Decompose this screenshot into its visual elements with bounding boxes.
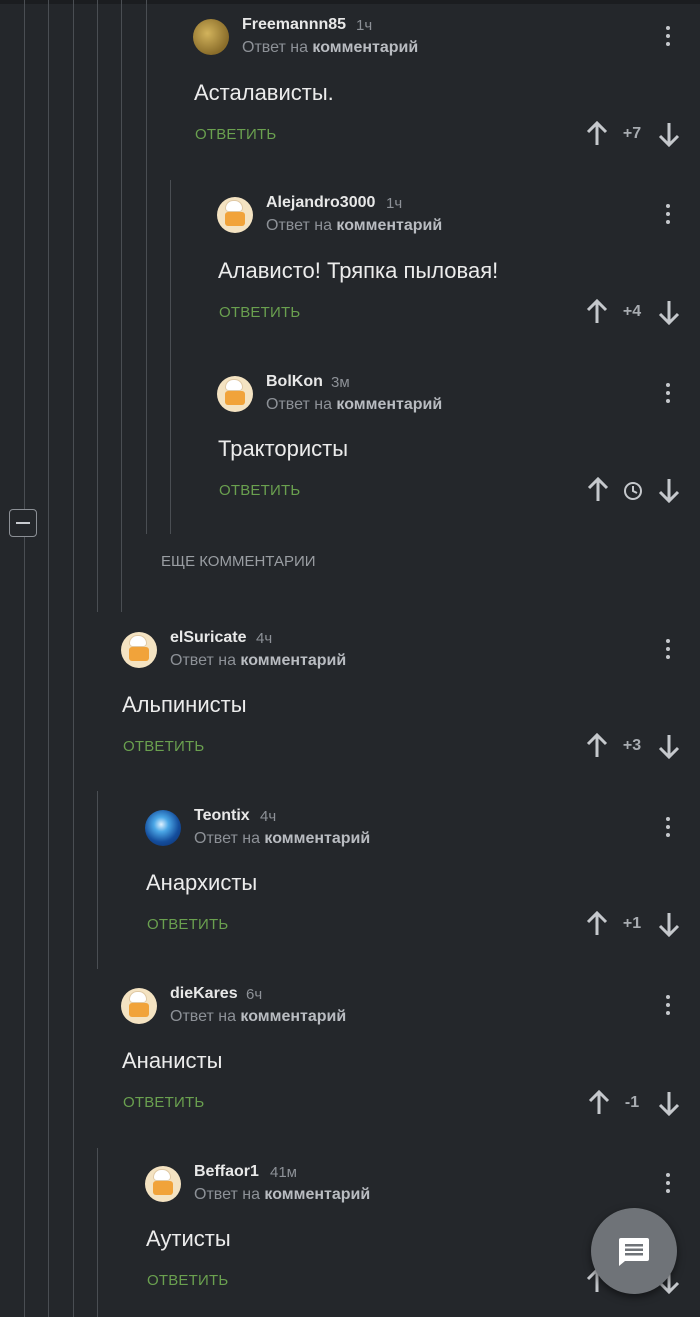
- arrow-up-icon[interactable]: [588, 1090, 610, 1116]
- reply-to-label: Ответ на комментарий: [194, 830, 370, 848]
- more-vertical-icon[interactable]: [658, 815, 678, 841]
- reply-to-label: Ответ на комментарий: [194, 1186, 370, 1204]
- comment-text: Аутисты: [146, 1226, 231, 1251]
- collapse-thread-icon[interactable]: [9, 509, 37, 537]
- thread-line[interactable]: [121, 0, 122, 612]
- comment-time: 1ч: [386, 195, 403, 212]
- reply-to-label: Ответ на комментарий: [170, 652, 346, 670]
- comment-time: 6ч: [246, 986, 263, 1003]
- thread-line[interactable]: [48, 0, 49, 1317]
- vote-score: +4: [622, 303, 642, 320]
- arrow-up-icon[interactable]: [587, 477, 609, 503]
- more-vertical-icon[interactable]: [658, 993, 678, 1019]
- username[interactable]: Freemannn85: [242, 16, 346, 34]
- more-vertical-icon[interactable]: [658, 381, 678, 407]
- arrow-down-icon[interactable]: [658, 477, 680, 503]
- reply-prefix: Ответ на: [194, 1186, 260, 1203]
- arrow-down-icon[interactable]: [658, 1090, 680, 1116]
- thread-line[interactable]: [24, 0, 25, 1317]
- vote-score: -1: [624, 1094, 640, 1111]
- thread-line[interactable]: [73, 0, 74, 1317]
- comment-text: Ананисты: [122, 1048, 223, 1073]
- username[interactable]: BolKon: [266, 373, 323, 391]
- reply-button[interactable]: ОТВЕТИТЬ: [147, 916, 228, 933]
- arrow-down-icon[interactable]: [658, 299, 680, 325]
- username[interactable]: Alejandro3000: [266, 194, 375, 212]
- reply-prefix: Ответ на: [266, 396, 332, 413]
- arrow-down-icon[interactable]: [658, 911, 680, 937]
- reply-to-label: Ответ на комментарий: [170, 1008, 346, 1026]
- reply-to-label: Ответ на комментарий: [266, 217, 442, 235]
- reply-prefix: Ответ на: [194, 830, 260, 847]
- reply-prefix: Ответ на: [266, 217, 332, 234]
- comment-time: 3м: [331, 374, 350, 391]
- user-avatar[interactable]: [145, 1166, 181, 1202]
- more-vertical-icon[interactable]: [658, 24, 678, 50]
- comment-time: 1ч: [356, 17, 373, 34]
- comment-icon: [619, 1238, 649, 1266]
- username[interactable]: Teontix: [194, 807, 250, 825]
- arrow-up-icon[interactable]: [586, 121, 608, 147]
- thread-line[interactable]: [97, 791, 98, 969]
- reply-to-label: Ответ на комментарий: [242, 39, 418, 57]
- arrow-down-icon[interactable]: [658, 121, 680, 147]
- reply-prefix: Ответ на: [170, 652, 236, 669]
- user-avatar[interactable]: [217, 376, 253, 412]
- user-avatar[interactable]: [121, 988, 157, 1024]
- comment-time: 41м: [270, 1164, 297, 1181]
- write-comment-button[interactable]: [591, 1208, 677, 1294]
- more-comments-link[interactable]: ЕЩЕ КОММЕНТАРИИ: [161, 553, 316, 570]
- user-avatar[interactable]: [145, 810, 181, 846]
- more-vertical-icon[interactable]: [658, 1171, 678, 1197]
- comment-text: Анархисты: [146, 870, 258, 895]
- comment-text: Трактористы: [218, 436, 349, 461]
- reply-target-link[interactable]: комментарий: [312, 39, 418, 56]
- reply-prefix: Ответ на: [242, 39, 308, 56]
- clock-icon: [624, 482, 642, 500]
- reply-target-link[interactable]: комментарий: [264, 1186, 370, 1203]
- reply-target-link[interactable]: комментарий: [240, 652, 346, 669]
- thread-line[interactable]: [170, 180, 171, 534]
- reply-button[interactable]: ОТВЕТИТЬ: [219, 304, 300, 321]
- more-vertical-icon[interactable]: [658, 637, 678, 663]
- comment-time: 4ч: [260, 808, 277, 825]
- arrow-up-icon[interactable]: [586, 911, 608, 937]
- reply-prefix: Ответ на: [170, 1008, 236, 1025]
- comment-time: 4ч: [256, 630, 273, 647]
- user-avatar[interactable]: [217, 197, 253, 233]
- reply-target-link[interactable]: комментарий: [240, 1008, 346, 1025]
- vote-score: +3: [622, 737, 642, 754]
- username[interactable]: dieKares: [170, 985, 238, 1003]
- reply-button[interactable]: ОТВЕТИТЬ: [123, 738, 204, 755]
- reply-target-link[interactable]: комментарий: [336, 396, 442, 413]
- user-avatar[interactable]: [121, 632, 157, 668]
- comment-text: Алависто! Тряпка пыловая!: [218, 258, 499, 283]
- more-vertical-icon[interactable]: [658, 202, 678, 228]
- username[interactable]: Beffaor1: [194, 1163, 259, 1181]
- reply-button[interactable]: ОТВЕТИТЬ: [219, 482, 300, 499]
- username[interactable]: elSuricate: [170, 629, 246, 647]
- comment-text: Асталависты.: [194, 80, 334, 105]
- thread-line[interactable]: [97, 0, 98, 612]
- thread-line[interactable]: [146, 0, 147, 534]
- top-bar-edge: [0, 0, 700, 4]
- reply-target-link[interactable]: комментарий: [264, 830, 370, 847]
- comment-text: Альпинисты: [122, 692, 247, 717]
- reply-button[interactable]: ОТВЕТИТЬ: [195, 126, 276, 143]
- thread-line[interactable]: [97, 1148, 98, 1317]
- reply-to-label: Ответ на комментарий: [266, 396, 442, 414]
- arrow-down-icon[interactable]: [658, 733, 680, 759]
- arrow-up-icon[interactable]: [586, 299, 608, 325]
- vote-score: +1: [622, 915, 642, 932]
- reply-button[interactable]: ОТВЕТИТЬ: [123, 1094, 204, 1111]
- vote-score: +7: [622, 125, 642, 142]
- reply-button[interactable]: ОТВЕТИТЬ: [147, 1272, 228, 1289]
- reply-target-link[interactable]: комментарий: [336, 217, 442, 234]
- user-avatar[interactable]: [193, 19, 229, 55]
- arrow-up-icon[interactable]: [586, 733, 608, 759]
